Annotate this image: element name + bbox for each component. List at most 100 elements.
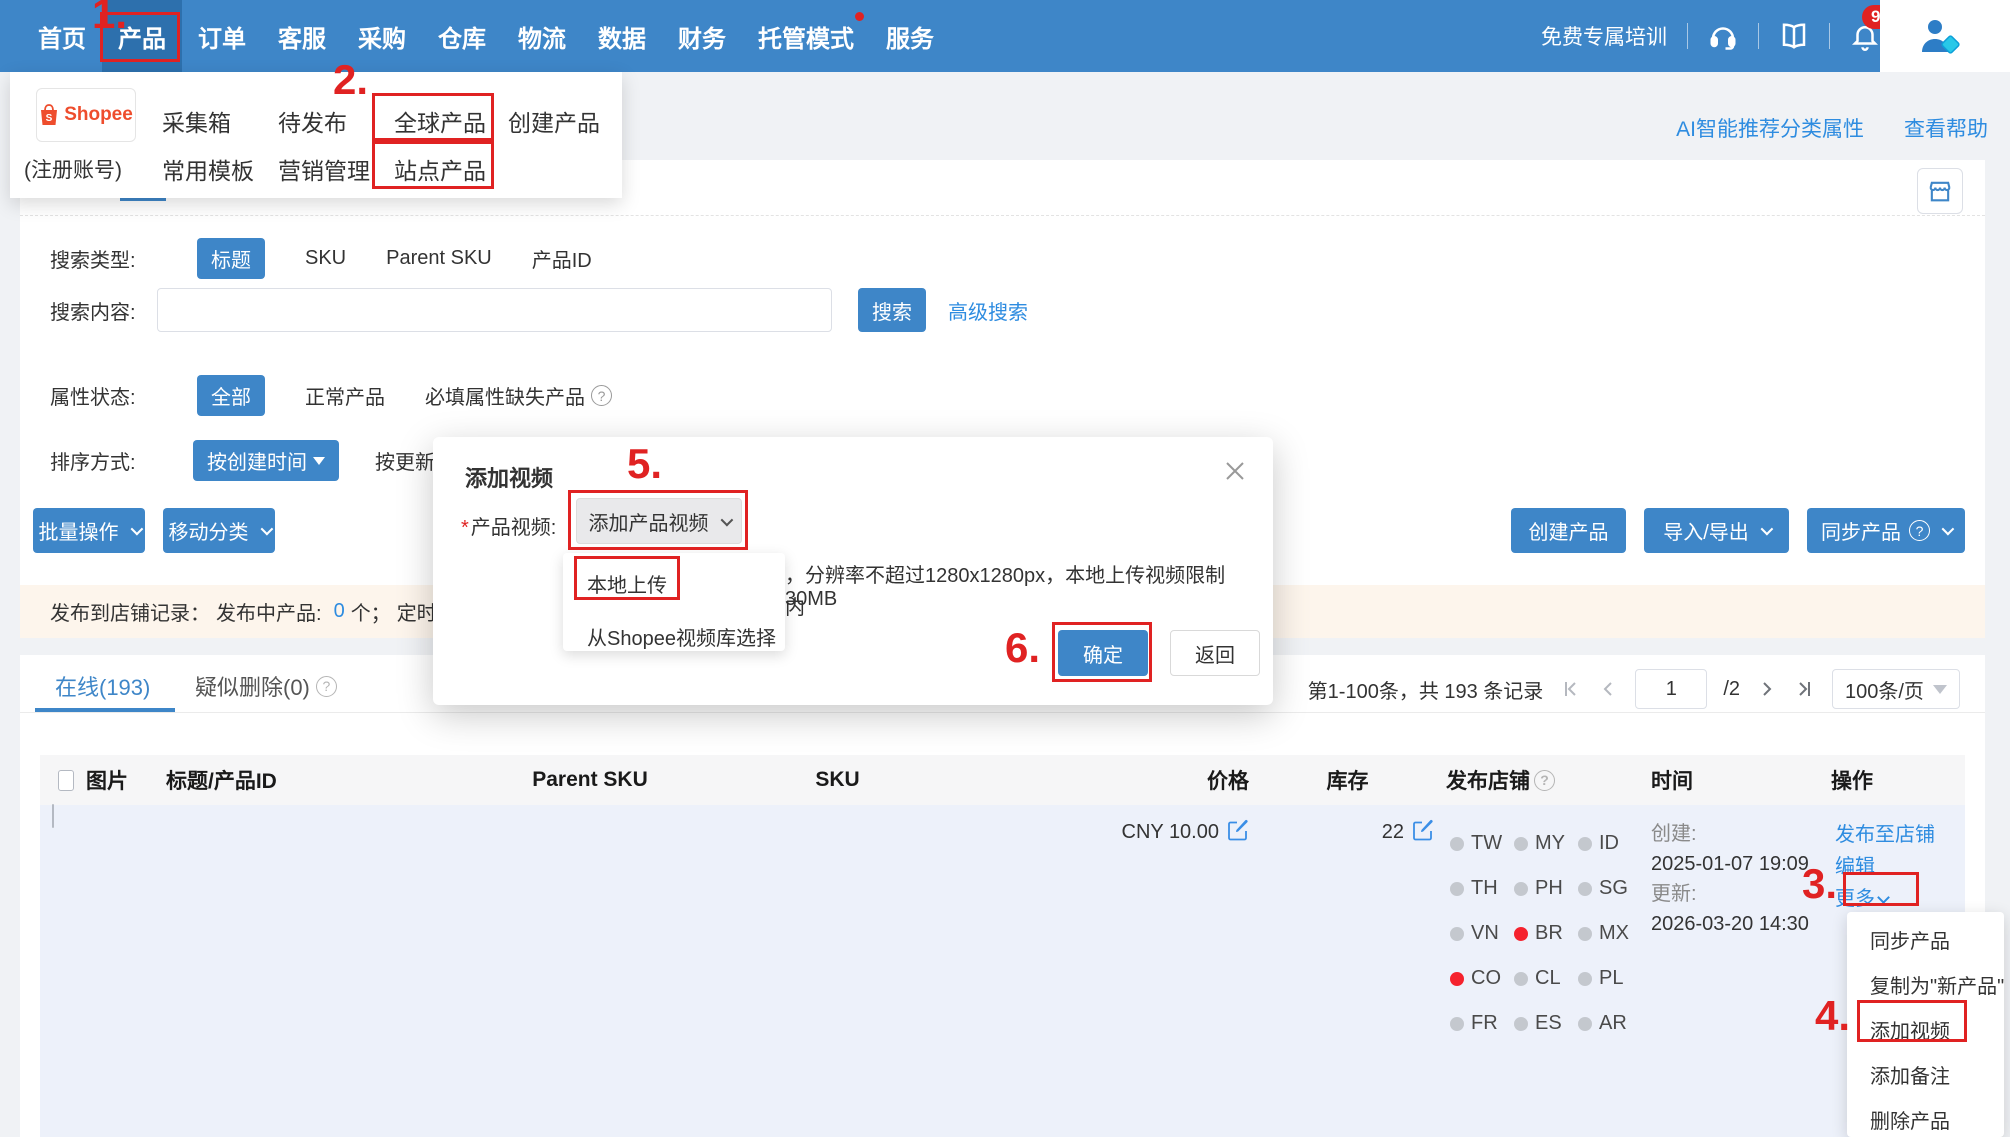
tab-suspected-delete[interactable]: 疑似删除(0) xyxy=(195,670,337,702)
menu-item-global-product[interactable]: 全球产品 xyxy=(394,104,486,138)
confirm-button[interactable]: 确定 xyxy=(1058,630,1148,676)
site-th[interactable]: TH xyxy=(1450,866,1514,911)
site-vn[interactable]: VN xyxy=(1450,911,1514,956)
col-image: 图片 xyxy=(80,765,160,795)
nav-item-warehouse[interactable]: 仓库 xyxy=(422,0,502,72)
ctx-add-note[interactable]: 添加备注 xyxy=(1847,1055,2004,1100)
pagination-summary: 第1-100条，共 193 条记录 xyxy=(1308,675,1544,704)
help-icon[interactable] xyxy=(1534,770,1555,791)
menu-item-collect-box[interactable]: 采集箱 xyxy=(162,104,231,138)
last-page-icon[interactable] xyxy=(1794,678,1816,700)
site-dot xyxy=(1578,837,1592,851)
help-icon[interactable] xyxy=(591,385,612,406)
book-icon[interactable] xyxy=(1779,21,1809,51)
site-mx[interactable]: MX xyxy=(1578,911,1640,956)
site-ar[interactable]: AR xyxy=(1578,1001,1640,1046)
nav-item-data[interactable]: 数据 xyxy=(582,0,662,72)
site-br[interactable]: BR xyxy=(1514,911,1578,956)
edit-stock-icon[interactable] xyxy=(1412,819,1434,841)
shopee-bag-icon: S xyxy=(39,103,59,127)
search-type-product-id[interactable]: 产品ID xyxy=(532,244,592,273)
create-product-button[interactable]: 创建产品 xyxy=(1511,508,1626,553)
site-my[interactable]: MY xyxy=(1514,821,1578,866)
sort-by-created[interactable]: 按创建时间 xyxy=(193,440,339,481)
attr-status-normal[interactable]: 正常产品 xyxy=(305,381,385,410)
site-sg[interactable]: SG xyxy=(1578,866,1640,911)
move-category-button[interactable]: 移动分类 xyxy=(163,508,275,553)
attr-status-missing[interactable]: 必填属性缺失产品 xyxy=(425,381,612,410)
tab-online[interactable]: 在线(193) xyxy=(55,670,150,702)
nav-item-hosting[interactable]: 托管模式 xyxy=(742,0,870,72)
ctx-sync-product[interactable]: 同步产品 xyxy=(1847,920,2004,965)
batch-operation-button[interactable]: 批量操作 xyxy=(33,508,145,553)
site-cl[interactable]: CL xyxy=(1514,956,1578,1001)
site-pl[interactable]: PL xyxy=(1578,956,1640,1001)
shopee-logo-text: Shopee xyxy=(64,104,133,126)
advanced-search-link[interactable]: 高级搜索 xyxy=(948,296,1028,325)
nav-item-services[interactable]: 服务 xyxy=(870,0,950,72)
nav-separator xyxy=(1758,23,1759,49)
site-co[interactable]: CO xyxy=(1450,956,1514,1001)
site-ph[interactable]: PH xyxy=(1514,866,1578,911)
import-export-button[interactable]: 导入/导出 xyxy=(1644,508,1789,553)
view-help-link[interactable]: 查看帮助 xyxy=(1904,113,1988,143)
ctx-copy-as-new[interactable]: 复制为"新产品" xyxy=(1847,965,2004,1010)
publishing-count[interactable]: 0 xyxy=(334,600,345,623)
page-number-input[interactable]: 1 xyxy=(1635,669,1707,709)
notifications[interactable]: 99+ xyxy=(1850,21,1880,51)
toolbar-right: 创建产品 导入/导出 同步产品 xyxy=(1511,508,1965,553)
headset-icon[interactable] xyxy=(1708,21,1738,51)
add-product-video-button[interactable]: 添加产品视频 xyxy=(576,498,742,544)
site-fr[interactable]: FR xyxy=(1450,1001,1514,1046)
store-panel-button[interactable] xyxy=(1917,168,1963,214)
nav-item-finance[interactable]: 财务 xyxy=(662,0,742,72)
video-source-menu: 本地上传 从Shopee视频库选择 xyxy=(563,553,785,651)
search-type-title[interactable]: 标题 xyxy=(197,238,265,279)
search-type-row: 搜索类型: 标题 SKU Parent SKU 产品ID xyxy=(50,238,592,279)
search-type-sku[interactable]: SKU xyxy=(305,247,346,270)
ai-recommend-link[interactable]: AI智能推荐分类属性 xyxy=(1676,113,1864,143)
shopee-account-card[interactable]: S Shopee xyxy=(36,88,136,142)
nav-item-purchase[interactable]: 采购 xyxy=(342,0,422,72)
product-list-panel: 在线(193) 疑似删除(0) 第1-100条，共 193 条记录 1 /2 1… xyxy=(20,655,1985,1137)
next-page-icon[interactable] xyxy=(1756,678,1778,700)
site-es[interactable]: ES xyxy=(1514,1001,1578,1046)
nav-item-service[interactable]: 客服 xyxy=(262,0,342,72)
price-value: CNY 10.00 xyxy=(1122,821,1219,843)
ctx-add-video[interactable]: 添加视频 xyxy=(1847,1010,2004,1055)
user-avatar[interactable] xyxy=(1880,0,2010,72)
site-tw[interactable]: TW xyxy=(1450,821,1514,866)
col-time: 时间 xyxy=(1645,765,1825,795)
prev-page-icon[interactable] xyxy=(1597,678,1619,700)
training-link[interactable]: 免费专属培训 xyxy=(1541,21,1667,51)
edit-link[interactable]: 编辑 xyxy=(1835,851,1959,883)
search-input[interactable] xyxy=(157,288,832,332)
menu-item-site-product[interactable]: 站点产品 xyxy=(394,152,486,186)
nav-item-home[interactable]: 首页 xyxy=(22,0,102,72)
menu-item-to-publish[interactable]: 待发布 xyxy=(278,104,347,138)
edit-price-icon[interactable] xyxy=(1227,819,1249,841)
nav-item-orders[interactable]: 订单 xyxy=(182,0,262,72)
search-type-parent-sku[interactable]: Parent SKU xyxy=(386,247,492,270)
menu-item-create-product[interactable]: 创建产品 xyxy=(508,104,600,138)
site-id[interactable]: ID xyxy=(1578,821,1640,866)
more-link[interactable]: 更多 xyxy=(1835,883,1959,915)
nav-item-product[interactable]: 产品 xyxy=(102,0,182,72)
select-all-checkbox[interactable] xyxy=(58,770,74,791)
local-upload-option[interactable]: 本地上传 xyxy=(563,553,785,598)
row-checkbox[interactable] xyxy=(52,804,54,828)
menu-item-templates[interactable]: 常用模板 xyxy=(162,152,254,186)
sync-product-button[interactable]: 同步产品 xyxy=(1807,508,1965,553)
page-size-select[interactable]: 100条/页 xyxy=(1832,669,1960,709)
back-button[interactable]: 返回 xyxy=(1170,630,1260,676)
publish-to-shop-link[interactable]: 发布至店铺 xyxy=(1835,819,1959,851)
shopee-video-library-option[interactable]: 从Shopee视频库选择 xyxy=(563,598,785,651)
close-icon[interactable] xyxy=(1223,459,1247,483)
ctx-delete-product[interactable]: 删除产品 xyxy=(1847,1100,2004,1137)
search-button[interactable]: 搜索 xyxy=(858,288,926,332)
first-page-icon[interactable] xyxy=(1559,678,1581,700)
menu-item-marketing[interactable]: 营销管理 xyxy=(278,152,370,186)
attr-status-all[interactable]: 全部 xyxy=(197,375,265,416)
help-icon[interactable] xyxy=(316,676,337,697)
nav-item-logistics[interactable]: 物流 xyxy=(502,0,582,72)
